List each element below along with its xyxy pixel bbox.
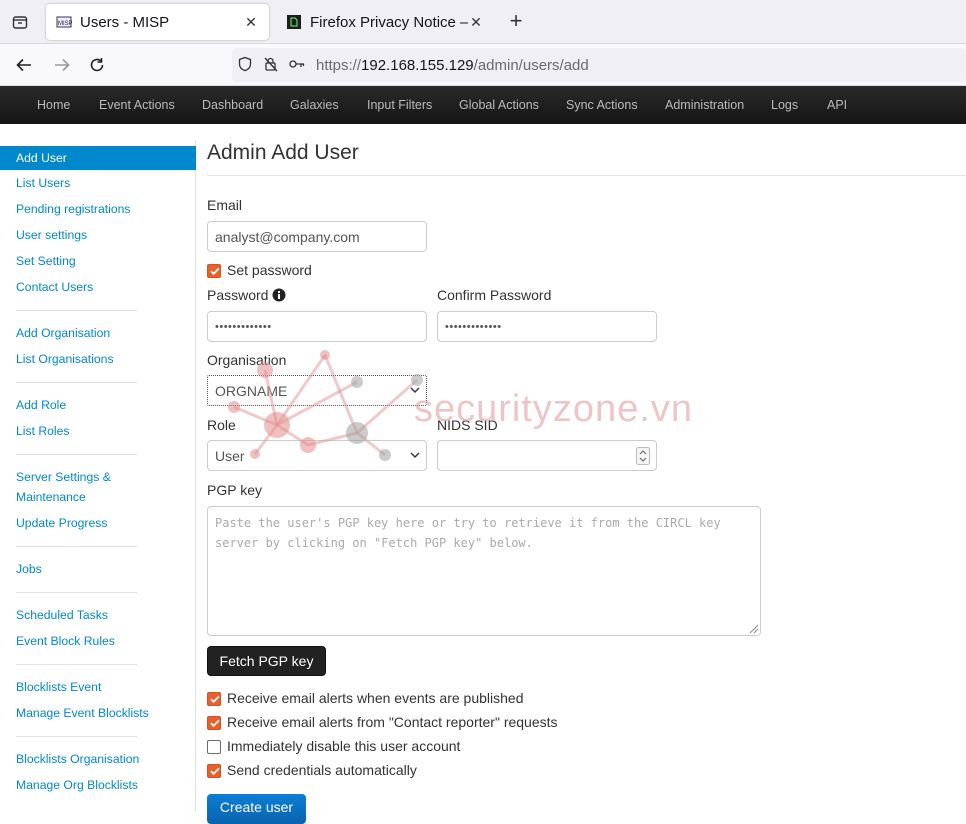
sidebar-divider <box>16 454 137 455</box>
key-icon[interactable] <box>284 56 310 75</box>
sidebar-item-contact-users[interactable]: Contact Users <box>0 277 196 297</box>
number-stepper-icon[interactable] <box>636 447 650 465</box>
sidebar-item-list-users[interactable]: List Users <box>0 173 196 193</box>
password-field[interactable]: ••••••••••••• <box>207 311 427 342</box>
sidebar-item-blocklists-event[interactable]: Blocklists Event <box>0 677 196 697</box>
organisation-label: Organisation <box>207 352 287 368</box>
sidebar-item-event-block-rules[interactable]: Event Block Rules <box>0 631 196 651</box>
sidebar-item-add-user[interactable]: Add User <box>0 146 196 170</box>
sidebar-item-list-organisations[interactable]: List Organisations <box>0 349 196 369</box>
browser-tab-strip: MISP Users - MISP ✕ Firefox Privacy Noti… <box>0 0 966 44</box>
menu-sync-actions[interactable]: Sync Actions <box>566 86 638 124</box>
reload-icon[interactable] <box>85 53 109 77</box>
resize-handle-icon[interactable] <box>748 623 759 634</box>
set-password-checkbox[interactable] <box>207 264 221 278</box>
sidebar-divider <box>16 382 137 383</box>
password-label: Password <box>207 287 269 303</box>
send-credentials-label: Send credentials automatically <box>227 762 417 778</box>
nids-sid-field[interactable] <box>437 440 657 471</box>
sidebar-divider <box>16 736 137 737</box>
browser-nav-bar: https://192.168.155.129/admin/users/add <box>0 44 966 86</box>
menu-administration[interactable]: Administration <box>665 86 744 124</box>
sidebar-item-set-setting[interactable]: Set Setting <box>0 251 196 271</box>
confirm-password-field[interactable]: ••••••••••••• <box>437 311 657 342</box>
back-arrow-icon[interactable] <box>12 53 36 77</box>
pgp-key-textarea[interactable]: Paste the user's PGP key here or try to … <box>207 506 761 636</box>
menu-logs[interactable]: Logs <box>771 86 798 124</box>
lock-warning-icon[interactable] <box>258 56 284 75</box>
menu-global-actions[interactable]: Global Actions <box>459 86 539 124</box>
sidebar-item-maintenance[interactable]: Maintenance <box>0 487 196 507</box>
role-label: Role <box>207 417 236 433</box>
misp-top-menu: Home Event Actions Dashboard Galaxies In… <box>0 86 966 124</box>
organisation-value: ORGNAME <box>215 382 288 399</box>
sidebar-item-scheduled-tasks[interactable]: Scheduled Tasks <box>0 605 196 625</box>
fetch-pgp-key-button[interactable]: Fetch PGP key <box>207 646 326 676</box>
sidebar: Add User List Users Pending registration… <box>0 140 196 812</box>
sidebar-item-manage-event-blocklists[interactable]: Manage Event Blocklists <box>0 703 196 723</box>
info-icon[interactable] <box>272 288 286 302</box>
set-password-label: Set password <box>227 262 312 278</box>
sidebar-item-pending-registrations[interactable]: Pending registrations <box>0 199 196 219</box>
pgp-key-label: PGP key <box>207 482 262 498</box>
sidebar-item-list-roles[interactable]: List Roles <box>0 421 196 441</box>
browser-tab-misp[interactable]: MISP Users - MISP ✕ <box>46 4 269 40</box>
url-bar[interactable]: https://192.168.155.129/admin/users/add <box>232 48 966 82</box>
menu-dashboard[interactable]: Dashboard <box>202 86 263 124</box>
url-text[interactable]: https://192.168.155.129/admin/users/add <box>316 57 589 74</box>
new-tab-icon[interactable]: + <box>504 10 528 34</box>
contact-alert-label: Receive email alerts from "Contact repor… <box>227 714 558 730</box>
sidebar-divider <box>16 592 137 593</box>
sidebar-item-jobs[interactable]: Jobs <box>0 559 196 579</box>
disable-account-checkbox[interactable] <box>207 740 221 754</box>
close-tab-icon[interactable]: ✕ <box>243 14 259 31</box>
role-value: User <box>215 447 245 464</box>
tab-title: Firefox Privacy Notice — <box>310 13 468 31</box>
page-title: Admin Add User <box>207 141 359 164</box>
close-tab-icon[interactable]: ✕ <box>468 14 484 31</box>
confirm-password-label: Confirm Password <box>437 287 552 303</box>
tab-list-icon[interactable] <box>8 10 32 34</box>
sidebar-divider <box>16 310 137 311</box>
publish-alert-checkbox[interactable] <box>207 692 221 706</box>
sidebar-item-add-organisation[interactable]: Add Organisation <box>0 323 196 343</box>
sidebar-item-update-progress[interactable]: Update Progress <box>0 513 196 533</box>
menu-event-actions[interactable]: Event Actions <box>99 86 175 124</box>
email-label: Email <box>207 197 243 213</box>
sidebar-item-add-role[interactable]: Add Role <box>0 395 196 415</box>
email-field[interactable]: analyst@company.com <box>207 221 427 252</box>
shield-icon[interactable] <box>232 56 258 75</box>
menu-galaxies[interactable]: Galaxies <box>290 86 339 124</box>
tab-title: Users - MISP <box>80 13 170 31</box>
title-divider <box>207 175 966 176</box>
role-select[interactable]: User <box>207 440 427 471</box>
svg-text:MISP: MISP <box>58 21 72 27</box>
browser-tab-firefox-notice[interactable]: Firefox Privacy Notice — ✕ <box>276 4 494 40</box>
menu-home[interactable]: Home <box>37 86 70 124</box>
sidebar-item-server-settings[interactable]: Server Settings & <box>0 467 196 487</box>
sidebar-divider <box>16 664 137 665</box>
disable-account-label: Immediately disable this user account <box>227 738 461 754</box>
document-favicon-icon <box>287 15 301 29</box>
menu-input-filters[interactable]: Input Filters <box>367 86 432 124</box>
misp-favicon-icon: MISP <box>56 16 72 28</box>
menu-api[interactable]: API <box>827 86 847 124</box>
chevron-down-icon <box>410 452 420 458</box>
sidebar-item-manage-org-blocklists[interactable]: Manage Org Blocklists <box>0 775 196 795</box>
create-user-button[interactable]: Create user <box>207 794 306 824</box>
publish-alert-label: Receive email alerts when events are pub… <box>227 690 524 706</box>
forward-arrow-icon[interactable] <box>50 53 74 77</box>
organisation-select[interactable]: ORGNAME <box>207 375 427 406</box>
watermark-text: securityzone.vn <box>414 388 694 430</box>
sidebar-item-blocklists-organisation[interactable]: Blocklists Organisation <box>0 749 196 769</box>
sidebar-divider <box>16 546 137 547</box>
sidebar-item-user-settings[interactable]: User settings <box>0 225 196 245</box>
contact-alert-checkbox[interactable] <box>207 716 221 730</box>
send-credentials-checkbox[interactable] <box>207 764 221 778</box>
